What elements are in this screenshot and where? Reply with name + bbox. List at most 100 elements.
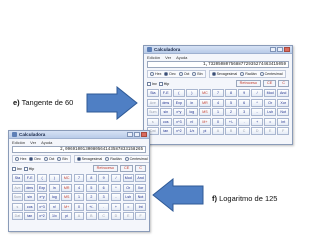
radio-radian[interactable]: Radián bbox=[240, 72, 257, 76]
key-2-7[interactable]: 3 bbox=[238, 108, 250, 116]
key-3-0[interactable]: s bbox=[147, 117, 159, 126]
key-2-0[interactable]: Sum bbox=[147, 108, 159, 116]
key-2-8[interactable]: - bbox=[251, 108, 263, 116]
key-3-10[interactable]: Int bbox=[277, 117, 289, 126]
key-0-6[interactable]: 8 bbox=[85, 174, 97, 182]
key-0-1[interactable]: F-E bbox=[160, 89, 172, 97]
key-0-0[interactable]: Sta bbox=[12, 174, 23, 182]
key-2-1[interactable]: sin bbox=[24, 193, 36, 201]
menu-edit[interactable]: Edición bbox=[12, 140, 25, 145]
key-2-10[interactable]: Not bbox=[277, 108, 289, 116]
key-2-9[interactable]: Lsh bbox=[122, 193, 134, 201]
key-1-0[interactable]: Ave bbox=[147, 98, 159, 107]
key-3-1[interactable]: cos bbox=[160, 117, 172, 126]
radio-centesimal[interactable]: Centesimal bbox=[124, 157, 148, 161]
key-3-7[interactable]: . bbox=[98, 202, 110, 211]
key-2-5[interactable]: 1 bbox=[73, 193, 85, 201]
key-4-8[interactable]: D bbox=[251, 127, 263, 135]
backspace-button[interactable]: Retroceso bbox=[235, 80, 261, 87]
key-4-7[interactable]: C bbox=[98, 212, 110, 220]
c-button[interactable]: C bbox=[278, 80, 289, 87]
radio-oct[interactable]: Oct bbox=[178, 72, 189, 76]
minimize-button[interactable] bbox=[127, 132, 133, 137]
key-3-9[interactable]: = bbox=[264, 117, 276, 126]
key-3-6[interactable]: +/- bbox=[85, 202, 97, 211]
key-0-2[interactable]: ( bbox=[173, 89, 185, 97]
key-4-8[interactable]: D bbox=[110, 212, 122, 220]
menu-view[interactable]: Ver bbox=[30, 140, 36, 145]
key-1-10[interactable]: Xor bbox=[277, 98, 289, 107]
key-2-1[interactable]: sin bbox=[160, 108, 172, 116]
key-4-3[interactable]: 1/x bbox=[48, 212, 60, 220]
key-0-10[interactable]: And bbox=[277, 89, 289, 97]
radio-dec[interactable]: Dec bbox=[164, 72, 176, 76]
inv-checkbox[interactable]: Inv bbox=[147, 81, 157, 86]
menu-help[interactable]: Ayuda bbox=[176, 55, 187, 60]
key-4-10[interactable]: F bbox=[277, 127, 289, 135]
c-button[interactable]: C bbox=[135, 165, 146, 172]
key-0-2[interactable]: ( bbox=[36, 174, 48, 182]
key-4-4[interactable]: pi bbox=[61, 212, 73, 220]
key-1-7[interactable]: 6 bbox=[238, 98, 250, 107]
key-0-4[interactable]: MC bbox=[61, 174, 73, 182]
key-3-10[interactable]: Int bbox=[135, 202, 146, 211]
key-4-2[interactable]: x^2 bbox=[173, 127, 185, 135]
radio-oct[interactable]: Oct bbox=[43, 157, 54, 161]
key-1-1[interactable]: dms bbox=[160, 98, 172, 107]
radio-centesimal[interactable]: Centesimal bbox=[259, 72, 283, 76]
key-2-3[interactable]: log bbox=[186, 108, 198, 116]
key-4-4[interactable]: pi bbox=[199, 127, 211, 135]
key-2-3[interactable]: log bbox=[48, 193, 60, 201]
radio-bin[interactable]: Bin bbox=[192, 72, 203, 76]
key-0-3[interactable]: ) bbox=[186, 89, 198, 97]
radio-sexagesimal[interactable]: Sexagesimal bbox=[211, 72, 237, 76]
key-1-7[interactable]: 6 bbox=[98, 183, 110, 192]
menu-help[interactable]: Ayuda bbox=[41, 140, 52, 145]
key-4-3[interactable]: 1/x bbox=[186, 127, 198, 135]
key-3-5[interactable]: 0 bbox=[212, 117, 224, 126]
key-1-6[interactable]: 5 bbox=[85, 183, 97, 192]
key-1-0[interactable]: Ave bbox=[12, 183, 23, 192]
close-button[interactable] bbox=[141, 132, 147, 137]
key-0-8[interactable]: / bbox=[251, 89, 263, 97]
key-2-5[interactable]: 1 bbox=[212, 108, 224, 116]
ce-button[interactable]: CE bbox=[262, 80, 277, 87]
key-2-4[interactable]: MS bbox=[199, 108, 211, 116]
key-4-1[interactable]: tan bbox=[24, 212, 36, 220]
key-0-0[interactable]: Sta bbox=[147, 89, 159, 97]
key-3-8[interactable]: + bbox=[110, 202, 122, 211]
backspace-button[interactable]: Retroceso bbox=[92, 165, 118, 172]
key-2-0[interactable]: Sum bbox=[12, 193, 23, 201]
key-1-5[interactable]: 4 bbox=[73, 183, 85, 192]
key-2-2[interactable]: x^y bbox=[36, 193, 48, 201]
key-2-7[interactable]: 3 bbox=[98, 193, 110, 201]
key-4-6[interactable]: B bbox=[85, 212, 97, 220]
radio-hex[interactable]: Hex bbox=[15, 157, 26, 161]
radio-bin[interactable]: Bin bbox=[57, 157, 68, 161]
key-1-4[interactable]: MR bbox=[199, 98, 211, 107]
key-2-10[interactable]: Not bbox=[135, 193, 146, 201]
hyp-checkbox[interactable]: Hip bbox=[158, 81, 169, 86]
key-2-8[interactable]: - bbox=[110, 193, 122, 201]
key-0-6[interactable]: 8 bbox=[225, 89, 237, 97]
inv-checkbox[interactable]: Inv bbox=[12, 166, 22, 171]
key-0-9[interactable]: Mod bbox=[122, 174, 134, 182]
key-3-3[interactable]: n! bbox=[48, 202, 60, 211]
key-1-3[interactable]: ln bbox=[186, 98, 198, 107]
key-3-2[interactable]: x^3 bbox=[173, 117, 185, 126]
key-2-2[interactable]: x^y bbox=[173, 108, 185, 116]
radio-radian[interactable]: Radián bbox=[105, 157, 122, 161]
key-1-9[interactable]: Or bbox=[264, 98, 276, 107]
key-1-8[interactable]: * bbox=[110, 183, 122, 192]
key-4-0[interactable]: Dat bbox=[12, 212, 23, 220]
key-2-4[interactable]: MS bbox=[61, 193, 73, 201]
key-4-2[interactable]: x^2 bbox=[36, 212, 48, 220]
key-1-2[interactable]: Exp bbox=[36, 183, 48, 192]
radio-sexagesimal[interactable]: Sexagesimal bbox=[76, 157, 102, 161]
key-4-6[interactable]: B bbox=[225, 127, 237, 135]
key-3-4[interactable]: M+ bbox=[199, 117, 211, 126]
key-3-1[interactable]: cos bbox=[24, 202, 36, 211]
menu-view[interactable]: Ver bbox=[165, 55, 171, 60]
key-0-8[interactable]: / bbox=[110, 174, 122, 182]
key-0-1[interactable]: F-E bbox=[24, 174, 36, 182]
